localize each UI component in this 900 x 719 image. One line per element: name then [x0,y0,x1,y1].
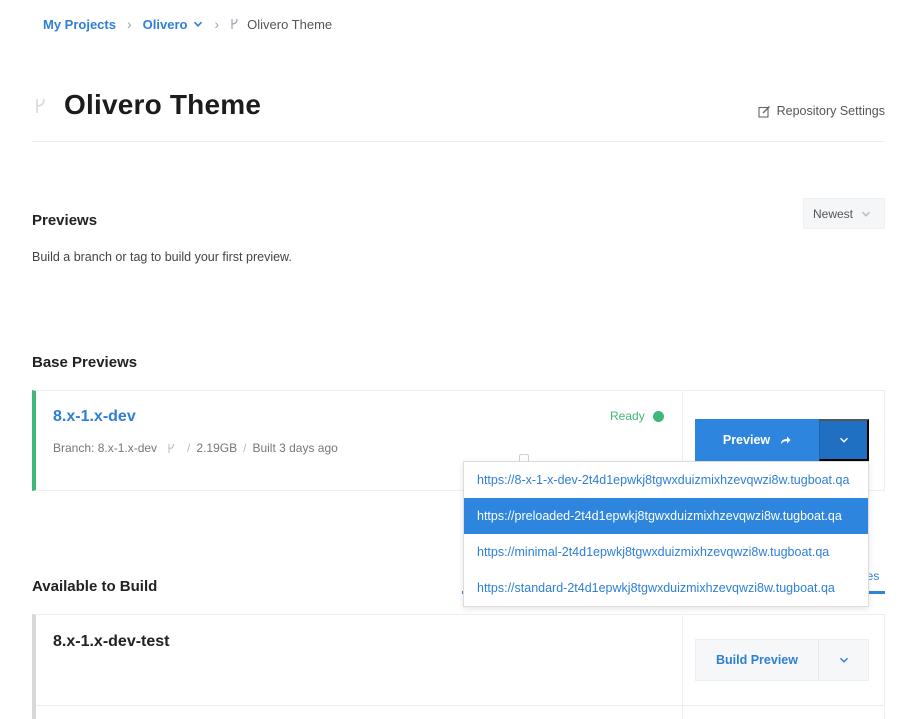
breadcrumb-my-projects[interactable]: My Projects [43,17,116,32]
repository-settings-link[interactable]: Repository Settings [758,104,885,118]
available-branch-name: 8.x-1.x-dev-test [53,633,170,650]
preview-dropdown-toggle[interactable] [819,419,869,461]
breadcrumb-current-label: Olivero Theme [247,16,333,32]
preview-url-dropdown: https://8-x-1-x-dev-2t4d1epwkj8tgwxduizm… [463,461,869,607]
status-badge: Ready [610,409,664,423]
chevron-down-icon[interactable] [193,19,203,29]
preview-url-item[interactable]: https://minimal-2t4d1epwkj8tgwxduizmixhz… [464,534,868,570]
breadcrumb-olivero[interactable]: Olivero [143,17,188,32]
build-dropdown-toggle[interactable] [818,640,868,680]
preview-url-item-selected[interactable]: https://preloaded-2t4d1epwkj8tgwxduizmix… [464,498,868,534]
breadcrumb-current: Olivero Theme [230,17,332,32]
preview-branch: Branch: 8.x-1.x-dev [53,441,158,455]
previews-empty-message: Build a branch or tag to build your firs… [32,250,292,264]
sort-select[interactable]: Newest [803,198,885,229]
preview-meta: Branch: 8.x-1.x-dev / 2.19GB / Built 3 d… [53,441,338,455]
chevron-down-icon [861,209,871,219]
page-title: Olivero Theme [64,89,262,120]
meta-divider: / [187,441,191,455]
build-preview-button[interactable]: Build Preview [696,640,818,680]
preview-name-link[interactable]: 8.x-1.x-dev [53,408,136,426]
chevron-down-icon [839,653,849,668]
chevron-down-icon [839,433,849,448]
previews-title: Previews [32,212,98,229]
status-dot-icon [652,410,664,422]
branch-icon [34,98,46,114]
branch-icon [167,443,175,454]
repository-settings-label: Repository Settings [776,104,885,118]
edit-icon [758,105,771,118]
base-previews-title: Base Previews [32,354,138,371]
preview-button-label: Preview [722,433,771,447]
breadcrumb-separator-icon: › [126,16,132,32]
preview-url-item[interactable]: https://standard-2t4d1epwkj8tgwxduizmixh… [464,570,868,606]
branch-icon [230,18,239,30]
status-label: Ready [610,409,645,423]
card-divider [36,705,885,706]
sort-select-value: Newest [813,206,854,221]
breadcrumb: My Projects › Olivero › Olivero Theme [43,14,332,34]
meta-divider: / [243,441,247,455]
preview-size: 2.19GB [196,441,238,455]
page-header: Olivero Theme Repository Settings [32,88,885,142]
build-button-group: Build Preview [695,639,869,681]
preview-button[interactable]: Preview [695,419,819,461]
breadcrumb-separator-icon: › [214,16,220,32]
share-arrow-icon [780,435,791,445]
preview-built-time: Built 3 days ago [252,441,338,455]
available-to-build-title: Available to Build [32,578,158,595]
preview-button-group: Preview [695,419,869,461]
preview-url-item[interactable]: https://8-x-1-x-dev-2t4d1epwkj8tgwxduizm… [464,462,868,498]
